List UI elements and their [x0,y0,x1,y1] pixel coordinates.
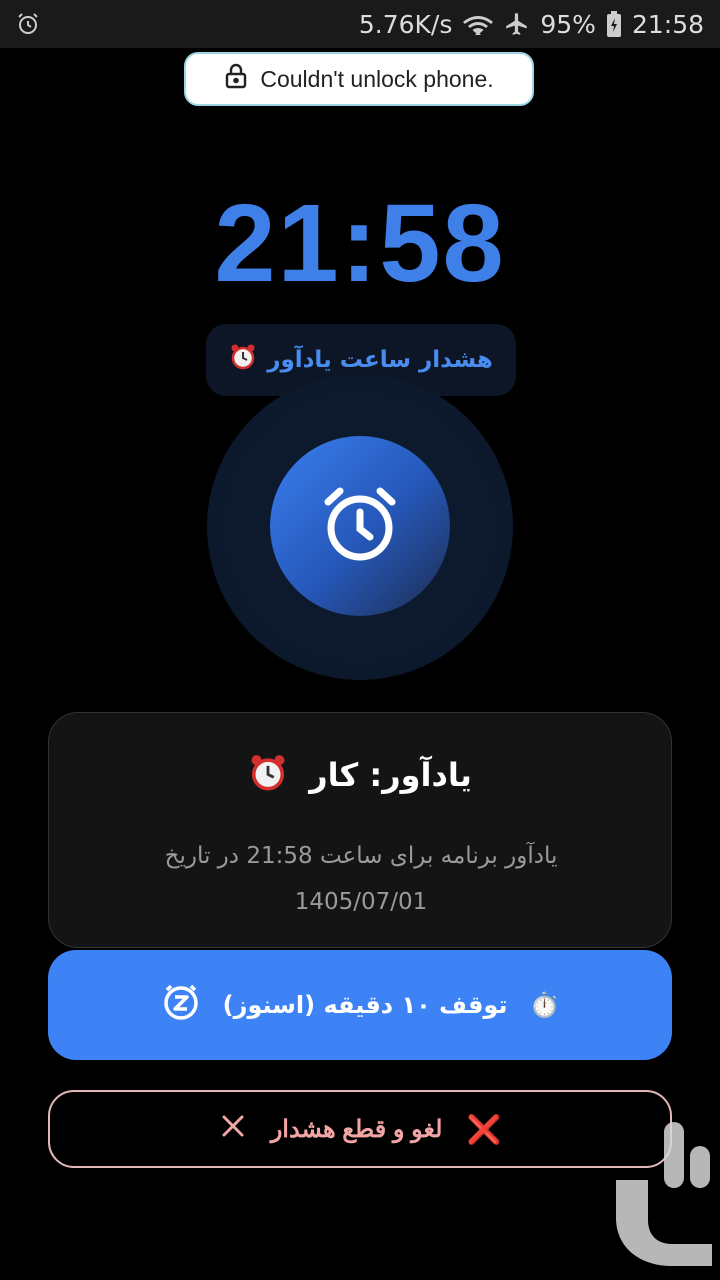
cancel-alarm-button[interactable]: ❌ لغو و قطع هشدار [48,1090,672,1168]
bazaar-watermark-logo [612,1118,716,1268]
reminder-card: یادآور: کار یادآور برنامه برای ساعت 21:5… [48,712,672,948]
alarm-clock-icon [318,482,402,570]
alarm-circle [270,436,450,616]
alarm-icon [16,12,40,36]
snooze-button[interactable]: ⏱️ توقف ۱۰ دقیقه (اسنوز) [48,950,672,1060]
unlock-toast: Couldn't unlock phone. [184,52,534,106]
snooze-z-icon [161,982,201,1028]
reminder-title-text: یادآور: کار [309,756,472,794]
alarm-clock-emoji-icon [229,343,257,377]
net-speed: 5.76K/s [358,9,453,39]
alarm-time: 21:58 [214,182,506,305]
status-time: 21:58 [631,9,704,39]
stopwatch-emoji: ⏱️ [529,991,560,1019]
airplane-icon [504,11,530,37]
reminder-title: یادآور: کار [49,753,671,801]
wifi-icon [462,12,494,36]
alarm-clock-emoji-icon [248,753,288,801]
snooze-label: توقف ۱۰ دقیقه (اسنوز) [222,991,508,1019]
reminder-line-1: یادآور برنامه برای ساعت 21:58 در تاریخ [164,843,558,869]
battery-charging-icon [606,11,622,37]
lock-icon [224,63,248,95]
chip-label: هشدار ساعت یادآور [267,347,493,373]
red-x-emoji: ❌ [466,1113,502,1145]
reminder-date: 1405/07/01 [294,889,428,915]
reminder-description: یادآور برنامه برای ساعت 21:58 در تاریخ 1… [109,833,613,925]
toast-text: Couldn't unlock phone. [260,65,494,92]
close-icon [219,1112,247,1147]
battery-percent: 95% [540,9,596,39]
status-bar: 5.76K/s 95% 21:58 [0,0,720,48]
cancel-label: لغو و قطع هشدار [270,1115,443,1143]
